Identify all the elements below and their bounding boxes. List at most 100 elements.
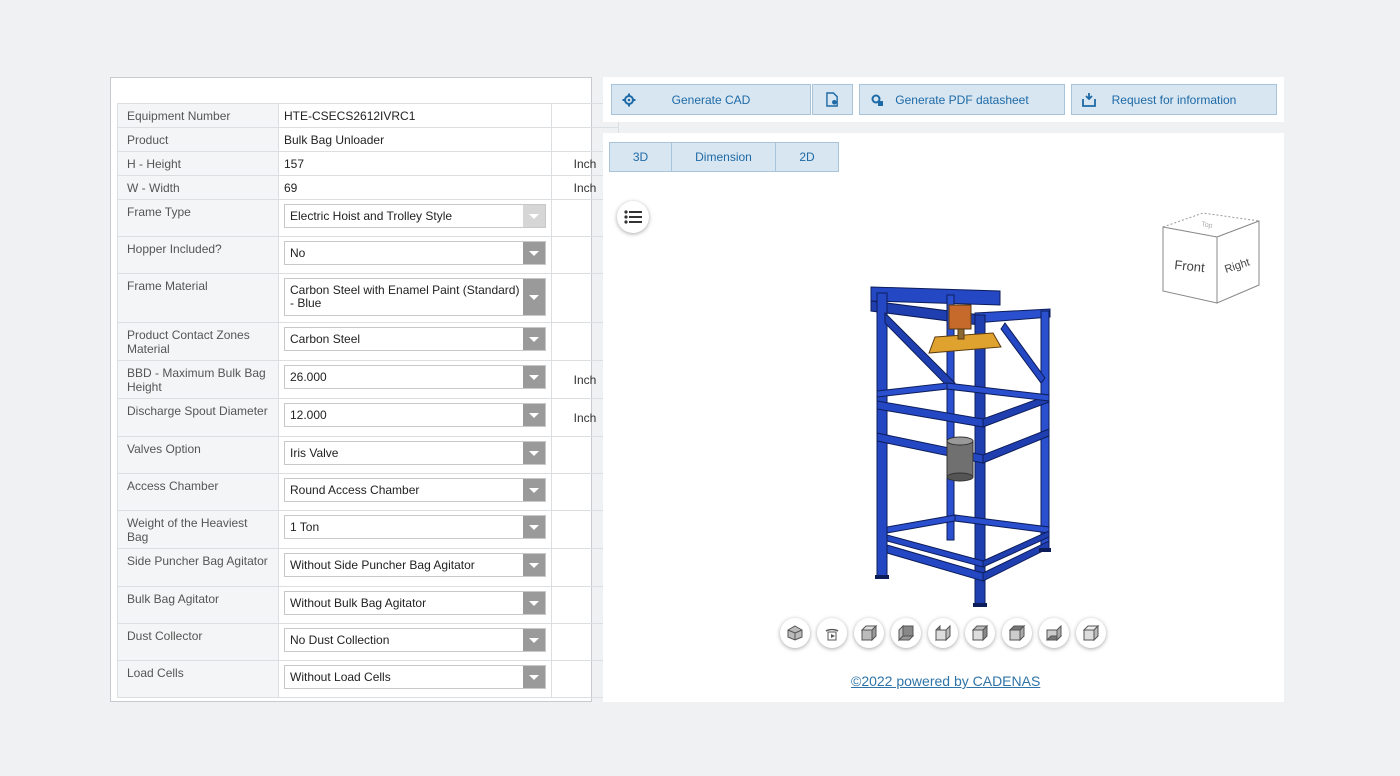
chevron-down-icon[interactable] [523, 328, 545, 350]
view-bottom-button[interactable] [1039, 618, 1069, 648]
chevron-down-icon[interactable] [523, 279, 545, 315]
chevron-down-icon[interactable] [523, 242, 545, 264]
view-right-button[interactable] [965, 618, 995, 648]
request-info-label: Request for information [1111, 92, 1237, 107]
property-select-value: Carbon Steel [290, 331, 361, 346]
gear-icon [622, 93, 636, 107]
property-select[interactable]: 26.000 [284, 365, 546, 389]
cube-side-icon [1082, 624, 1100, 642]
chevron-down-icon[interactable] [523, 629, 545, 651]
cube-back-icon [897, 624, 915, 642]
chevron-down-icon[interactable] [523, 592, 545, 614]
chevron-down-icon[interactable] [523, 554, 545, 576]
chevron-down-icon[interactable] [523, 666, 545, 688]
request-info-button[interactable]: Request for information [1071, 84, 1277, 115]
property-select[interactable]: 12.000 [284, 403, 546, 427]
generate-cad-label: Generate CAD [671, 92, 751, 107]
cube-right-icon [971, 624, 989, 642]
property-row: Valves Option Iris Valve [117, 436, 619, 474]
generate-pdf-label: Generate PDF datasheet [895, 92, 1029, 107]
property-select[interactable]: 1 Ton [284, 515, 546, 539]
property-row: Hopper Included? No [117, 236, 619, 274]
property-row: Product Bulk Bag Unloader [117, 127, 619, 152]
property-label: Product Contact Zones Material [117, 322, 279, 361]
property-value-cell: Carbon Steel [278, 322, 552, 361]
property-select[interactable]: Iris Valve [284, 441, 546, 465]
view-side-button[interactable] [1076, 618, 1106, 648]
property-select[interactable]: No Dust Collection [284, 628, 546, 652]
property-value: HTE-CSECS2612IVRC1 [278, 103, 552, 128]
property-select-value: No Dust Collection [290, 632, 390, 647]
property-select[interactable]: Round Access Chamber [284, 478, 546, 502]
property-value-cell: Iris Valve [278, 436, 552, 474]
document-settings-icon [826, 92, 838, 107]
3d-viewer[interactable]: 3D Dimension 2D Front Right Top ©2022 po… [603, 133, 1284, 702]
chevron-down-icon[interactable] [523, 479, 545, 501]
property-value: Bulk Bag Unloader [278, 127, 552, 152]
configuration-panel: Equipment Number HTE-CSECS2612IVRC1 Produc… [110, 77, 619, 702]
property-label: Valves Option [117, 436, 279, 474]
cad-settings-button[interactable] [812, 84, 853, 115]
property-label: Access Chamber [117, 473, 279, 511]
cube-front-label: Front [1174, 257, 1206, 275]
property-select[interactable]: Without Side Puncher Bag Agitator [284, 553, 546, 577]
property-label: Discharge Spout Diameter [117, 398, 279, 437]
property-label: Load Cells [117, 660, 279, 698]
cube-top-icon [1008, 624, 1026, 642]
view-front-button[interactable] [854, 618, 884, 648]
chevron-down-icon[interactable] [523, 516, 545, 538]
property-label: Frame Material [117, 273, 279, 323]
property-value-cell: Electric Hoist and Trolley Style [278, 199, 552, 237]
property-label: BBD - Maximum Bulk Bag Height [117, 360, 279, 399]
property-select[interactable]: No [284, 241, 546, 265]
cadenas-link[interactable]: ©2022 powered by CADENAS [851, 673, 1040, 689]
property-select[interactable]: Carbon Steel with Enamel Paint (Standard… [284, 278, 546, 316]
chevron-down-icon [523, 205, 545, 227]
view-isometric-button[interactable] [780, 618, 810, 648]
bulk-bag-unloader-model[interactable] [865, 283, 1065, 613]
property-select-value: Round Access Chamber [290, 482, 420, 497]
property-label: W - Width [117, 175, 279, 200]
view-back-button[interactable] [891, 618, 921, 648]
chevron-down-icon[interactable] [523, 404, 545, 426]
chevron-down-icon[interactable] [523, 366, 545, 388]
view-rotate-button[interactable] [817, 618, 847, 648]
generate-cad-button[interactable]: Generate CAD [611, 84, 811, 115]
inbox-icon [1082, 93, 1096, 107]
cube-front-icon [860, 624, 878, 642]
property-select: Electric Hoist and Trolley Style [284, 204, 546, 228]
navigation-cube[interactable]: Front Right Top [1161, 209, 1261, 305]
property-select-value: 26.000 [290, 369, 327, 384]
property-select-value: Electric Hoist and Trolley Style [290, 208, 453, 223]
property-value-cell: No [278, 236, 552, 274]
tab-2d[interactable]: 2D [775, 142, 839, 172]
tab-dimension[interactable]: Dimension [671, 142, 776, 172]
view-top-button[interactable] [1002, 618, 1032, 648]
property-row: Equipment Number HTE-CSECS2612IVRC1 [117, 103, 619, 128]
property-select[interactable]: Without Load Cells [284, 665, 546, 689]
menu-button[interactable] [617, 201, 649, 233]
property-select-value: Without Bulk Bag Agitator [290, 595, 427, 610]
property-select-value: 12.000 [290, 407, 327, 422]
tab-3d[interactable]: 3D [609, 142, 672, 172]
property-row: H - Height 157 Inch [117, 151, 619, 176]
property-select-value: No [290, 245, 306, 260]
property-select[interactable]: Without Bulk Bag Agitator [284, 591, 546, 615]
property-row: Discharge Spout Diameter 12.000 Inch [117, 398, 619, 437]
property-value: 157 [278, 151, 552, 176]
property-row: Frame Material Carbon Steel with Enamel P… [117, 273, 619, 323]
property-label: Weight of the Heaviest Bag [117, 510, 279, 549]
property-select-value: Without Load Cells [290, 669, 391, 684]
property-value-cell: 1 Ton [278, 510, 552, 549]
property-value-cell: Round Access Chamber [278, 473, 552, 511]
property-value-cell: 26.000 [278, 360, 552, 399]
tab-2d-label: 2D [799, 150, 815, 164]
generate-pdf-button[interactable]: Generate PDF datasheet [859, 84, 1065, 115]
property-row: Load Cells Without Load Cells [117, 660, 619, 698]
property-label: Product [117, 127, 279, 152]
property-row: Dust Collector No Dust Collection [117, 623, 619, 661]
cube-left-icon [935, 624, 951, 642]
property-select[interactable]: Carbon Steel [284, 327, 546, 351]
view-left-button[interactable] [928, 618, 958, 648]
chevron-down-icon[interactable] [523, 442, 545, 464]
